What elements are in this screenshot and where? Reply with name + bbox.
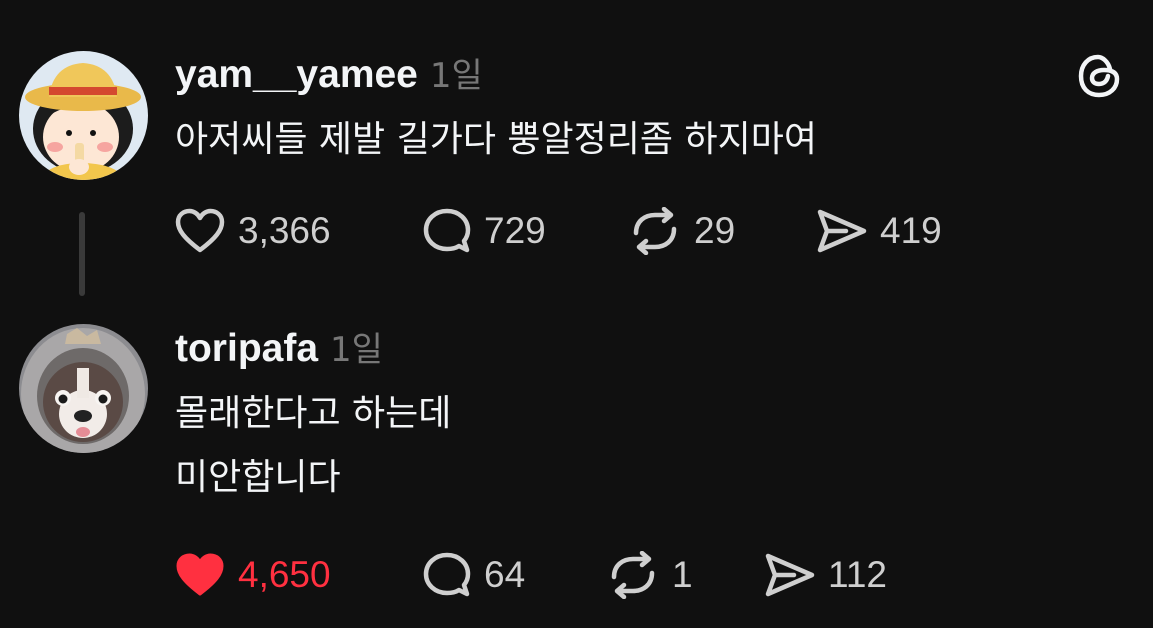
heart-filled-icon [176, 553, 224, 596]
avatar-toripafa[interactable] [19, 324, 148, 453]
post-text-line: 아저씨들 제발 길가다 뿡알정리좀 하지마여 [175, 119, 817, 160]
like-count: 4,650 [238, 554, 331, 595]
post-time: 1일 [429, 56, 483, 96]
repost-icon [633, 207, 677, 255]
username[interactable]: toripafa [175, 327, 318, 371]
share-button[interactable]: 112 [764, 548, 887, 602]
comment-icon [423, 208, 471, 253]
reply-button[interactable]: 729 [422, 204, 546, 258]
username[interactable]: yam__yamee [175, 53, 418, 97]
post-text: 몰래한다고 하는데 미안합니다 [175, 382, 451, 510]
post-time: 1일 [330, 330, 383, 370]
reply-count: 64 [484, 554, 526, 595]
thread-connector-line [79, 212, 85, 296]
send-icon [817, 209, 867, 253]
heart-icon [175, 208, 225, 253]
share-count: 419 [880, 210, 942, 251]
post-text-line: 몰래한다고 하는데 [175, 393, 452, 434]
reply-button[interactable]: 64 [422, 548, 525, 602]
repost-button[interactable]: 29 [628, 204, 735, 258]
post-header: toripafa 1일 [175, 322, 383, 371]
share-count: 112 [828, 554, 887, 595]
like-count: 3,366 [238, 210, 331, 251]
post-1: yam__yamee 1일 아저씨들 제발 길가다 뿡알정리좀 하지마여 3,3… [0, 0, 1153, 300]
post-text-line: 미안합니다 [175, 457, 341, 498]
repost-button[interactable]: 1 [606, 548, 693, 602]
post-2: toripafa 1일 몰래한다고 하는데 미안합니다 4,650 64 1 1… [0, 300, 1153, 628]
reply-count: 729 [484, 210, 546, 251]
threads-logo-icon[interactable] [1073, 50, 1125, 102]
comment-icon [423, 552, 471, 597]
avatar-yam-yamee[interactable] [19, 51, 148, 180]
like-button[interactable]: 3,366 [174, 204, 331, 258]
post-header: yam__yamee 1일 [175, 48, 483, 97]
like-button[interactable]: 4,650 [174, 548, 331, 602]
repost-count: 29 [694, 210, 736, 251]
send-icon [765, 553, 815, 597]
post-text: 아저씨들 제발 길가다 뿡알정리좀 하지마여 [175, 108, 817, 172]
repost-count: 1 [672, 554, 693, 595]
repost-icon [611, 551, 655, 599]
share-button[interactable]: 419 [816, 204, 942, 258]
